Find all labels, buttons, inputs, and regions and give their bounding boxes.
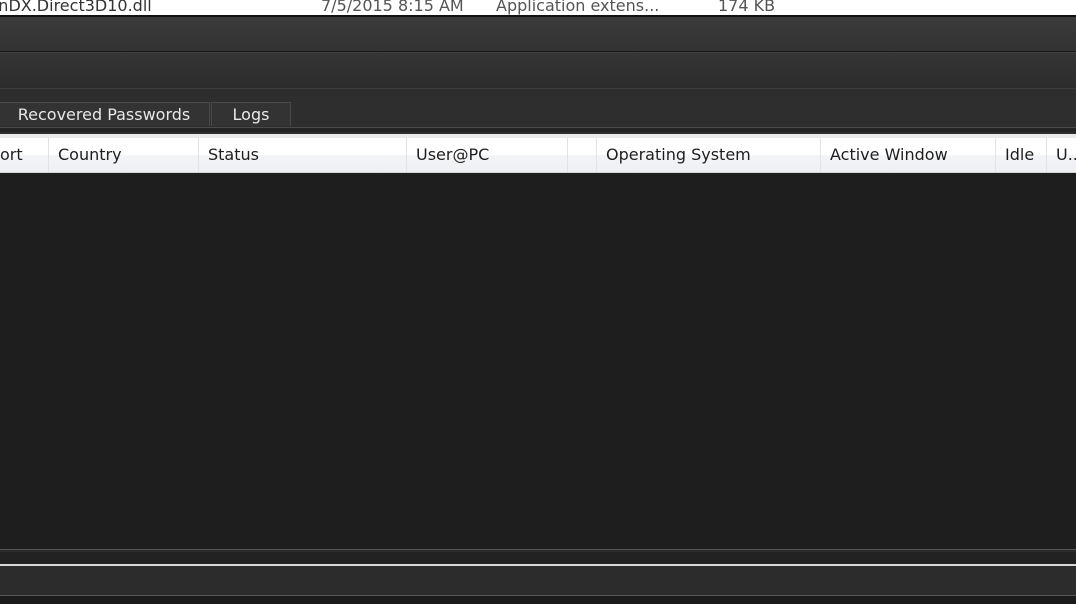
file-size: 174 KB bbox=[718, 0, 776, 15]
file-name: rnDX.Direct3D10.dll bbox=[0, 0, 152, 15]
tab-label: Recovered Passwords bbox=[17, 105, 191, 124]
background-file-row: rnDX.Direct3D10.dll 7/5/2015 8:15 AM App… bbox=[0, 0, 1076, 16]
column-header-active-window[interactable]: Active Window bbox=[821, 138, 996, 172]
column-header-status[interactable]: Status bbox=[199, 138, 407, 172]
column-header-blank[interactable] bbox=[568, 138, 597, 172]
tab-label: Logs bbox=[232, 105, 270, 124]
status-bar bbox=[0, 564, 1076, 596]
toolbar bbox=[0, 52, 1076, 89]
client-list-header: ort Country Status User@PC Operating Sys… bbox=[0, 138, 1076, 173]
column-header-country[interactable]: Country bbox=[49, 138, 199, 172]
app-window: rnDX.Direct3D10.dll 7/5/2015 8:15 AM App… bbox=[0, 0, 1076, 604]
file-date: 7/5/2015 8:15 AM bbox=[321, 0, 464, 15]
status-gap bbox=[0, 552, 1076, 564]
column-header-operating-system[interactable]: Operating System bbox=[597, 138, 821, 172]
window-bottom-edge bbox=[0, 596, 1076, 604]
client-list-body[interactable] bbox=[0, 173, 1076, 549]
file-type: Application extens... bbox=[496, 0, 660, 15]
column-header-idle[interactable]: Idle bbox=[996, 138, 1047, 172]
column-header-user-pc[interactable]: User@PC bbox=[407, 138, 568, 172]
tab-divider bbox=[0, 127, 1076, 132]
column-header-port[interactable]: ort bbox=[0, 138, 49, 172]
tab-recovered-passwords[interactable]: Recovered Passwords bbox=[0, 102, 210, 126]
column-header-u[interactable]: U... bbox=[1047, 138, 1076, 172]
tab-logs[interactable]: Logs bbox=[211, 102, 291, 126]
title-bar[interactable] bbox=[0, 17, 1076, 52]
